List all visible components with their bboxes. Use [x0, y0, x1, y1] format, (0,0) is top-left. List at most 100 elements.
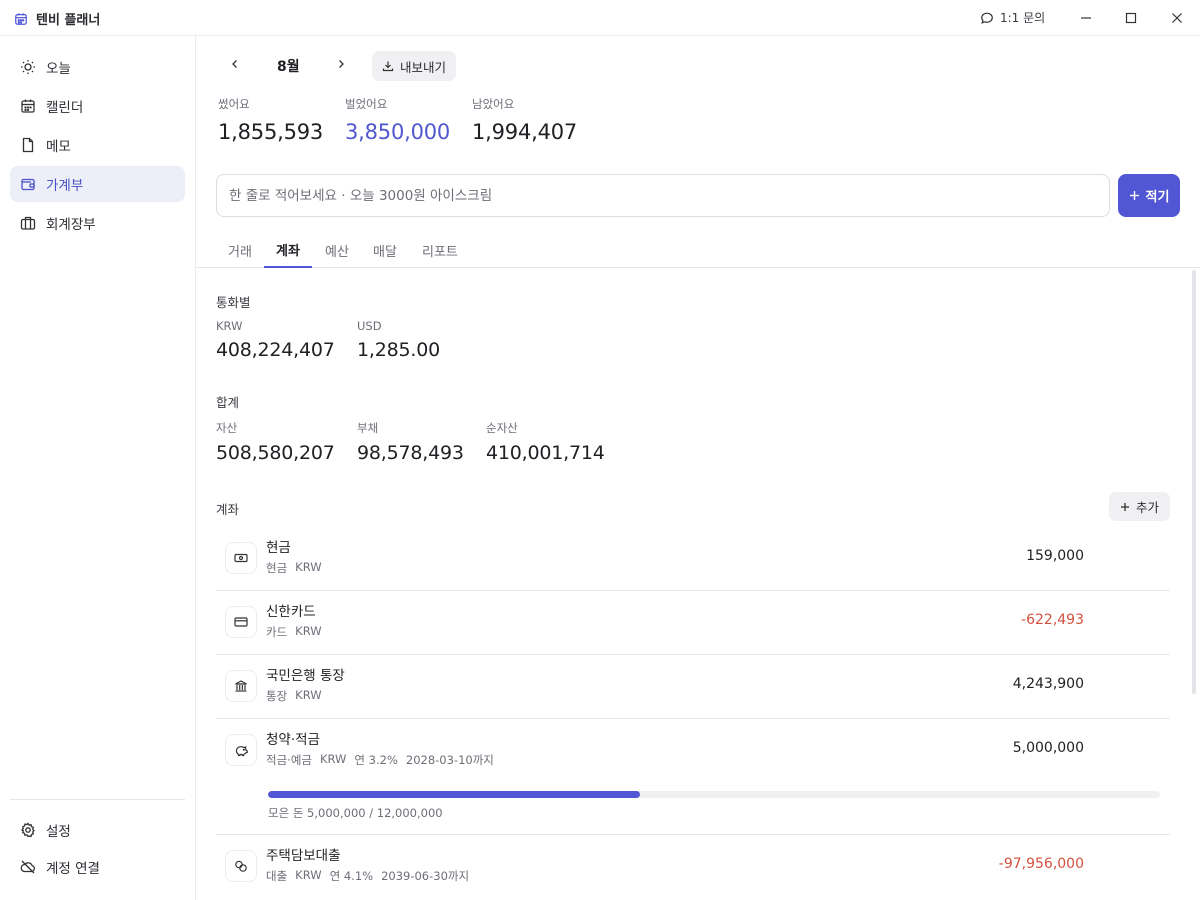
- tab-bar: 거래 계좌 예산 매달 리포트: [196, 232, 1200, 268]
- support-button[interactable]: 1:1 문의: [980, 9, 1045, 26]
- account-name: 현금: [266, 540, 291, 556]
- stat-earned: 벌었어요 3,850,000: [345, 96, 450, 144]
- account-meta: 대출 KRW 연 4.1% 2039-06-30까지: [266, 868, 469, 884]
- chat-bubble-icon: [981, 12, 993, 24]
- sidebar-item-accounting[interactable]: 회계장부: [10, 205, 185, 241]
- currency-label: USD: [357, 319, 382, 333]
- stat-label: 벌었어요: [345, 97, 388, 111]
- accounts-panel: 통화별 KRW 408,224,407 USD 1,285.00 합계 자산 5…: [196, 268, 1200, 900]
- sidebar-item-calendar[interactable]: 캘린더: [10, 88, 185, 124]
- export-button[interactable]: 내보내기: [372, 51, 457, 81]
- sidebar-item-memo[interactable]: 메모: [10, 127, 185, 163]
- plus-icon: [1120, 502, 1129, 511]
- currency-usd: USD 1,285.00: [357, 319, 440, 361]
- calendar-icon: [21, 99, 35, 113]
- sidebar-item-today[interactable]: 오늘: [10, 49, 185, 85]
- account-row[interactable]: 주택담보대출 대출 KRW 연 4.1% 2039-06-30까지 -97,95…: [216, 834, 1170, 898]
- section-title-totals: 합계: [216, 395, 240, 410]
- account-currency: KRW: [295, 560, 322, 574]
- total-assets: 자산 508,580,207: [216, 420, 335, 464]
- sidebar-divider: [10, 799, 185, 800]
- currency-value: 408,224,407: [216, 339, 335, 361]
- app-title-text: 텐비 플래너: [36, 13, 101, 28]
- tab-accounts[interactable]: 계좌: [264, 232, 312, 268]
- piggy-bank-icon: [235, 746, 248, 757]
- sidebar-item-settings[interactable]: 설정: [10, 812, 185, 848]
- account-row[interactable]: 현금 현금 KRW 159,000: [216, 526, 1170, 590]
- sidebar-item-label: 설정: [46, 824, 71, 840]
- account-icon: [226, 735, 256, 765]
- sun-icon: [21, 60, 35, 74]
- quick-entry-input[interactable]: [216, 174, 1110, 217]
- chevron-right-icon: [339, 60, 344, 68]
- write-button[interactable]: 적기: [1118, 174, 1180, 217]
- account-row[interactable]: 국민은행 통장 통장 KRW 4,243,900: [216, 654, 1170, 718]
- account-icon: [226, 543, 256, 573]
- coins-icon: [235, 860, 247, 872]
- account-name: 신한카드: [266, 604, 316, 620]
- add-account-button[interactable]: 추가: [1109, 492, 1170, 521]
- account-type: 대출: [266, 869, 288, 883]
- total-label: 부채: [357, 421, 379, 435]
- stat-value: 1,855,593: [218, 120, 324, 144]
- chevron-left-icon: [232, 60, 237, 68]
- stat-label: 남았어요: [472, 97, 515, 111]
- sidebar-item-ledger[interactable]: 가계부: [10, 166, 185, 202]
- scrollbar[interactable]: [1192, 270, 1196, 694]
- stat-value: 3,850,000: [345, 120, 451, 144]
- tab-monthly[interactable]: 매달: [361, 232, 409, 268]
- stat-label: 썼어요: [218, 97, 250, 111]
- export-label: 내보내기: [400, 59, 447, 75]
- currency-label: KRW: [216, 319, 243, 333]
- tab-transactions[interactable]: 거래: [216, 232, 264, 268]
- account-amount: 4,243,900: [1012, 676, 1084, 692]
- app-title: 텐비 플래너: [14, 9, 100, 28]
- close-button[interactable]: [1167, 8, 1187, 28]
- account-type: 카드: [266, 625, 288, 639]
- total-label: 자산: [216, 421, 238, 435]
- calendar-icon: [15, 12, 27, 25]
- account-meta: 카드 KRW: [266, 624, 322, 640]
- sidebar-item-label: 메모: [46, 139, 71, 155]
- plus-icon: [1129, 191, 1139, 200]
- account-amount: 5,000,000: [1012, 740, 1084, 756]
- next-month-button[interactable]: [331, 54, 351, 74]
- support-label: 1:1 문의: [1000, 11, 1046, 25]
- currency-value: 1,285.00: [357, 339, 441, 361]
- maximize-icon: [1125, 12, 1137, 24]
- minimize-button[interactable]: [1076, 8, 1096, 28]
- savings-progress-fill: [268, 791, 640, 798]
- account-row[interactable]: 신한카드 카드 KRW -622,493: [216, 590, 1170, 654]
- account-name: 주택담보대출: [266, 848, 341, 864]
- card-icon: [234, 617, 248, 627]
- stat-spent: 썼어요 1,855,593: [218, 96, 323, 144]
- account-amount: -97,956,000: [998, 856, 1084, 872]
- maximize-button[interactable]: [1121, 8, 1141, 28]
- account-amount: -622,493: [1021, 612, 1084, 628]
- total-value: 98,578,493: [357, 442, 464, 464]
- write-label: 적기: [1145, 190, 1170, 205]
- sidebar-item-label: 캘린더: [46, 100, 84, 116]
- gear-icon: [20, 822, 35, 838]
- stat-remaining: 남았어요 1,994,407: [472, 96, 577, 144]
- sidebar-item-label: 가계부: [46, 178, 84, 194]
- briefcase-icon: [20, 216, 36, 230]
- account-meta: 통장 KRW: [266, 688, 322, 704]
- prev-month-button[interactable]: [225, 54, 245, 74]
- tab-budget[interactable]: 예산: [313, 232, 361, 268]
- account-name: 청약·적금: [266, 732, 320, 748]
- wallet-icon: [21, 178, 35, 191]
- close-icon: [1172, 13, 1182, 23]
- account-maturity-date: 2039-06-30까지: [381, 869, 470, 883]
- tab-report[interactable]: 리포트: [410, 232, 470, 268]
- total-net-worth: 순자산 410,001,714: [486, 420, 605, 464]
- account-currency: KRW: [295, 868, 322, 882]
- account-icon: [226, 851, 256, 881]
- sidebar-item-account-link[interactable]: 계정 연결: [10, 849, 185, 885]
- account-meta: 현금 KRW: [266, 560, 322, 576]
- account-type: 통장: [266, 689, 288, 703]
- account-icon: [226, 671, 256, 701]
- account-amount: 159,000: [1026, 548, 1084, 564]
- month-label: 8월: [277, 59, 300, 75]
- account-interest-rate: 연 4.1%: [329, 869, 374, 883]
